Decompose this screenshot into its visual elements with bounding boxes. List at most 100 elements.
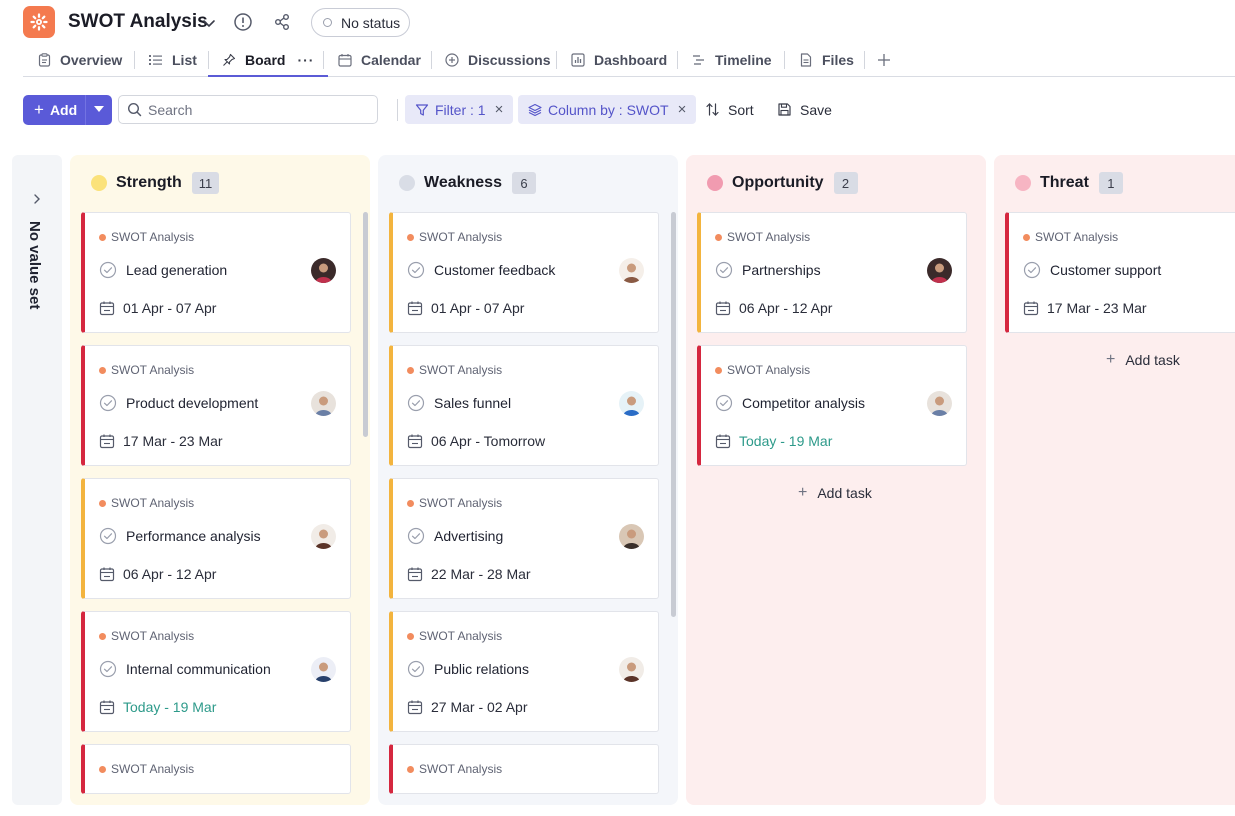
card-task: Internal communication [99, 660, 271, 678]
tab-calendar[interactable]: Calendar [338, 44, 421, 76]
tab-label: Timeline [715, 52, 772, 68]
task-card[interactable]: SWOT Analysis Internal communication Today… [81, 611, 351, 732]
project-dot-icon [99, 366, 106, 374]
column-by-chip[interactable]: Column by : SWOT × [518, 95, 697, 124]
check-circle-icon[interactable] [407, 527, 425, 545]
tab-board[interactable]: Board ··· [207, 44, 329, 77]
column-color-dot [707, 175, 723, 191]
chevron-down-icon[interactable] [200, 14, 218, 32]
task-card[interactable]: SWOT Analysis [81, 744, 351, 794]
tab-files[interactable]: Files [799, 44, 854, 76]
filter-label: Filter : 1 [435, 101, 486, 118]
no-value-column[interactable]: No value set [12, 155, 62, 805]
tab-list[interactable]: List [149, 44, 197, 76]
save-button[interactable]: Save [777, 95, 832, 124]
add-task-button[interactable]: + Add task [798, 484, 872, 502]
check-circle-icon[interactable] [715, 261, 733, 279]
info-icon[interactable] [233, 12, 253, 32]
tab-dashboard[interactable]: Dashboard [571, 44, 667, 76]
tab-discussions[interactable]: Discussions [445, 44, 550, 76]
add-task-label: Add task [1125, 352, 1180, 368]
task-card[interactable]: SWOT Analysis Customer feedback 01 Apr - 0… [389, 212, 659, 333]
check-circle-icon[interactable] [407, 394, 425, 412]
header: SWOT Analysis No status [0, 0, 1235, 44]
task-card[interactable]: SWOT Analysis Lead generation 01 Apr - 07 … [81, 212, 351, 333]
search-box[interactable] [118, 95, 378, 124]
card-date: 22 Mar - 28 Mar [407, 566, 531, 582]
save-label: Save [800, 101, 832, 118]
card-project: SWOT Analysis [407, 629, 502, 643]
task-card[interactable]: SWOT Analysis Product development 17 Mar -… [81, 345, 351, 466]
avatar[interactable] [619, 258, 644, 283]
add-button[interactable]: + Add [23, 95, 112, 125]
tab-divider [323, 51, 324, 69]
app-icon[interactable] [23, 6, 55, 38]
task-card[interactable]: SWOT Analysis Customer support 17 Mar - 23… [1005, 212, 1235, 333]
check-circle-icon[interactable] [715, 394, 733, 412]
tab-timeline[interactable]: Timeline [692, 44, 772, 76]
project-dot-icon [407, 632, 414, 640]
avatar[interactable] [927, 391, 952, 416]
avatar[interactable] [311, 391, 336, 416]
plus-icon [878, 54, 890, 66]
tab-overview[interactable]: Overview [37, 44, 122, 76]
project-dot-icon [99, 499, 106, 507]
share-icon[interactable] [272, 12, 292, 32]
caret-down-icon[interactable] [94, 106, 104, 112]
check-circle-icon[interactable] [99, 394, 117, 412]
close-icon[interactable]: × [678, 101, 687, 118]
check-circle-icon[interactable] [99, 660, 117, 678]
column-title: Opportunity [732, 174, 824, 191]
status-badge[interactable]: No status [311, 8, 410, 37]
card-project: SWOT Analysis [715, 230, 810, 244]
check-circle-icon[interactable] [407, 660, 425, 678]
card-project: SWOT Analysis [407, 496, 502, 510]
check-circle-icon[interactable] [99, 527, 117, 545]
avatar[interactable] [619, 657, 644, 682]
column-color-dot [1015, 175, 1031, 191]
avatar[interactable] [311, 258, 336, 283]
avatar[interactable] [311, 524, 336, 549]
project-dot-icon [715, 366, 722, 374]
card-task: Product development [99, 394, 258, 412]
task-card[interactable]: SWOT Analysis Advertising 22 Mar - 28 Mar [389, 478, 659, 599]
task-card[interactable]: SWOT Analysis Performance analysis 06 Apr … [81, 478, 351, 599]
card-project: SWOT Analysis [407, 230, 502, 244]
check-circle-icon[interactable] [99, 261, 117, 279]
sort-button[interactable]: Sort [705, 95, 754, 124]
date-range: 06 Apr - 12 Apr [739, 300, 833, 316]
column-header[interactable]: Opportunity 2 [707, 172, 858, 194]
task-card[interactable]: SWOT Analysis Public relations 27 Mar - 02… [389, 611, 659, 732]
tab-label: List [172, 52, 197, 68]
calendar-icon [407, 700, 423, 715]
column-title: Weakness [424, 174, 502, 191]
check-circle-icon[interactable] [407, 261, 425, 279]
avatar[interactable] [619, 524, 644, 549]
task-card[interactable]: SWOT Analysis Competitor analysis Today - … [697, 345, 967, 466]
column-scrollbar[interactable] [363, 212, 368, 437]
check-circle-icon[interactable] [1023, 261, 1041, 279]
card-date: 27 Mar - 02 Apr [407, 699, 528, 715]
card-task: Sales funnel [407, 394, 511, 412]
column-scrollbar[interactable] [671, 212, 676, 617]
column-header[interactable]: Strength 11 [91, 172, 220, 194]
avatar[interactable] [927, 258, 952, 283]
close-icon[interactable]: × [495, 101, 504, 118]
filter-chip[interactable]: Filter : 1 × [405, 95, 514, 124]
save-icon [777, 102, 792, 117]
add-view-button[interactable] [877, 44, 891, 76]
task-card[interactable]: SWOT Analysis Sales funnel 06 Apr - Tomorr… [389, 345, 659, 466]
add-task-button[interactable]: + Add task [1106, 351, 1180, 369]
card-date: 01 Apr - 07 Apr [407, 300, 524, 316]
card-date: 06 Apr - 12 Apr [715, 300, 832, 316]
task-card[interactable]: SWOT Analysis [389, 744, 659, 794]
avatar[interactable] [619, 391, 644, 416]
search-input[interactable] [148, 101, 368, 118]
chevron-right-icon[interactable] [31, 193, 43, 205]
tab-more-icon[interactable]: ··· [297, 52, 314, 68]
column-weakness: Weakness 6 SWOT Analysis Customer feedback 0… [378, 155, 678, 805]
avatar[interactable] [311, 657, 336, 682]
task-card[interactable]: SWOT Analysis Partnerships 06 Apr - 12 Apr [697, 212, 967, 333]
column-header[interactable]: Weakness 6 [399, 172, 536, 194]
column-header[interactable]: Threat 1 [1015, 172, 1123, 194]
